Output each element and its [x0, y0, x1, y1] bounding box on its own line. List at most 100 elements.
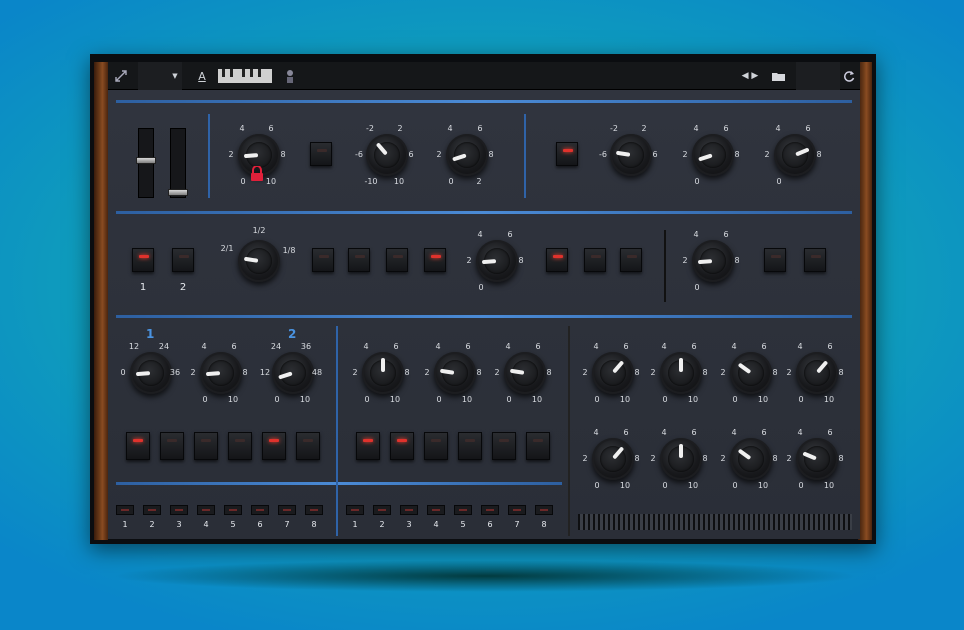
- step-button[interactable]: [454, 505, 472, 515]
- right-wood-cheek: [858, 62, 872, 540]
- knob-a-tick: 8: [280, 150, 286, 159]
- preset-menu[interactable]: ▼: [138, 62, 182, 90]
- osc-knob-tick: 4: [797, 428, 803, 437]
- mode-button[interactable]: [312, 248, 334, 272]
- step-button[interactable]: [197, 505, 215, 515]
- knob-pointer: [698, 153, 713, 162]
- knob-g-tick: 4: [477, 230, 483, 239]
- knob-f-tick: 2: [764, 150, 770, 159]
- osc-knob-tick: 10: [757, 481, 769, 490]
- env-button[interactable]: [492, 432, 516, 460]
- vdivider-5: [568, 326, 570, 536]
- prev-next-arrows-icon[interactable]: ◀ ▶: [738, 62, 762, 90]
- mode-button-lit[interactable]: [546, 248, 568, 272]
- osc-2-header: 2: [288, 327, 297, 341]
- osc-knob-tick: 6: [827, 428, 833, 437]
- knob-e-tick: 4: [693, 124, 699, 133]
- step-label: 2: [149, 520, 155, 529]
- step-button[interactable]: [373, 505, 391, 515]
- mode-button[interactable]: [386, 248, 408, 272]
- osc-knob-tick: 0: [202, 395, 208, 404]
- knob-b-tick: -2: [366, 124, 374, 133]
- step-button[interactable]: [535, 505, 553, 515]
- env-button[interactable]: [296, 432, 320, 460]
- knob-pointer: [243, 153, 259, 159]
- knob-f-tick: 0: [776, 177, 782, 186]
- expand-icon[interactable]: [110, 62, 132, 90]
- env-button[interactable]: [356, 432, 380, 460]
- osc-knob-tick: 10: [299, 395, 311, 404]
- knob-pointer: [737, 362, 752, 375]
- osc-knob-tick: 6: [827, 342, 833, 351]
- env-button[interactable]: [160, 432, 184, 460]
- env-button[interactable]: [126, 432, 150, 460]
- voice-1-button[interactable]: [132, 248, 154, 272]
- step-label: 6: [257, 520, 263, 529]
- voice-2-button[interactable]: [172, 248, 194, 272]
- clock-divide-knob[interactable]: [238, 240, 280, 282]
- step-button[interactable]: [170, 505, 188, 515]
- step-button[interactable]: [143, 505, 161, 515]
- mini-keyboard-icon: [216, 62, 274, 90]
- osc-knob-tick: 12: [128, 342, 140, 351]
- env-button[interactable]: [390, 432, 414, 460]
- step-button[interactable]: [400, 505, 418, 515]
- osc-knob-tick: 10: [619, 395, 631, 404]
- osc-knob-tick: 6: [465, 342, 471, 351]
- step-button[interactable]: [427, 505, 445, 515]
- step-button[interactable]: [224, 505, 242, 515]
- env-button[interactable]: [526, 432, 550, 460]
- preset-name-field[interactable]: [796, 62, 840, 90]
- osc-knob-tick: 8: [546, 368, 552, 377]
- osc-knob-tick: 2: [650, 454, 656, 463]
- step-label: 5: [230, 520, 236, 529]
- toggle-button[interactable]: [310, 142, 332, 166]
- fader-1[interactable]: [136, 128, 156, 198]
- osc-knob-tick: 6: [231, 342, 237, 351]
- step-label: 4: [203, 520, 209, 529]
- mode-button-lit[interactable]: [424, 248, 446, 272]
- page-a-tab[interactable]: A: [194, 62, 210, 90]
- step-label: 7: [514, 520, 520, 529]
- mode-button[interactable]: [804, 248, 826, 272]
- osc-knob-tick: 24: [270, 342, 282, 351]
- mode-button[interactable]: [584, 248, 606, 272]
- osc-knob-tick: 6: [623, 342, 629, 351]
- osc-knob-tick: 10: [461, 395, 473, 404]
- step-button[interactable]: [508, 505, 526, 515]
- osc-knob-tick: 6: [691, 428, 697, 437]
- knob-pointer: [243, 256, 259, 263]
- lock-icon[interactable]: [250, 165, 264, 181]
- env-button[interactable]: [194, 432, 218, 460]
- mode-button[interactable]: [620, 248, 642, 272]
- knob-pointer: [737, 448, 752, 461]
- mode-button[interactable]: [348, 248, 370, 272]
- knob-c-tick: 8: [488, 150, 494, 159]
- env-button[interactable]: [424, 432, 448, 460]
- osc-knob-tick: 4: [661, 428, 667, 437]
- osc-knob-tick: 0: [662, 481, 668, 490]
- vdivider-1: [208, 114, 210, 198]
- env-button[interactable]: [458, 432, 482, 460]
- step-button[interactable]: [346, 505, 364, 515]
- step-button[interactable]: [481, 505, 499, 515]
- mode-button[interactable]: [764, 248, 786, 272]
- osc-knob-tick: 10: [687, 481, 699, 490]
- div-tick: 2/1: [220, 244, 234, 253]
- step-button[interactable]: [305, 505, 323, 515]
- knob-c-tick: 4: [447, 124, 453, 133]
- knob-d-tick: 6: [652, 150, 658, 159]
- sync-icon[interactable]: [840, 62, 858, 90]
- fader-2[interactable]: [168, 128, 188, 198]
- step-button[interactable]: [251, 505, 269, 515]
- knob-c-tick: 2: [436, 150, 442, 159]
- folder-icon[interactable]: [768, 62, 790, 90]
- env-button[interactable]: [228, 432, 252, 460]
- osc-knob-tick: 2: [720, 368, 726, 377]
- env-button[interactable]: [262, 432, 286, 460]
- divider-row1: [116, 211, 852, 214]
- toggle-button-lit[interactable]: [556, 142, 578, 166]
- step-button[interactable]: [278, 505, 296, 515]
- step-button[interactable]: [116, 505, 134, 515]
- osc-knob-tick: 6: [761, 428, 767, 437]
